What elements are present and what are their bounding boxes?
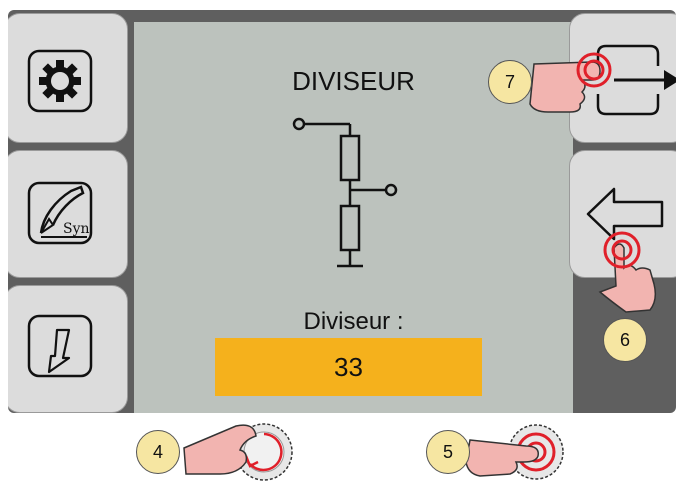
enter-arrow-icon: [596, 44, 676, 116]
parameter-value-box[interactable]: 33: [215, 338, 482, 396]
back-button[interactable]: [569, 150, 676, 278]
enter-button[interactable]: [569, 13, 676, 143]
trigger-arrow-icon: [27, 314, 93, 378]
callout-7: 7: [488, 60, 532, 104]
hand-press-knob-icon-5: [465, 424, 564, 480]
callout-4: 4: [136, 430, 180, 474]
synergic-mode-button[interactable]: Syn: [8, 150, 128, 278]
synergic-torch-icon: Syn: [27, 181, 93, 245]
back-arrow-icon: [586, 187, 664, 241]
settings-button[interactable]: [8, 13, 128, 143]
callout-5: 5: [426, 430, 470, 474]
parameter-value: 33: [334, 351, 363, 382]
parameter-label: Diviseur :: [303, 308, 404, 335]
syn-text: Syn: [63, 221, 90, 237]
callout-6: 6: [603, 318, 647, 362]
gear-icon: [27, 49, 93, 113]
hand-turn-knob-icon-4: [183, 423, 293, 481]
voltage-divider-icon: [292, 117, 398, 268]
trigger-mode-button[interactable]: [8, 285, 128, 413]
